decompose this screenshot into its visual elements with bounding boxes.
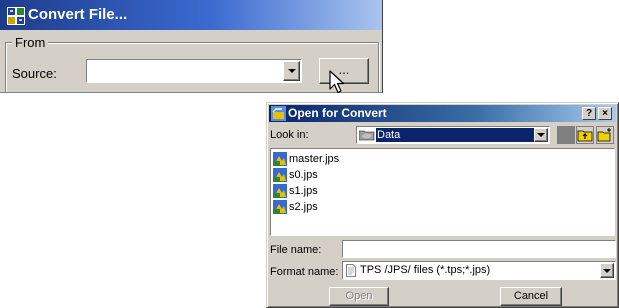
close-button[interactable]: × xyxy=(598,107,612,120)
look-in-dropdown-button[interactable] xyxy=(534,128,548,142)
up-folder-button[interactable] xyxy=(576,126,594,144)
file-list-item[interactable]: s1.jps xyxy=(273,184,393,200)
source-label: Source: xyxy=(12,66,57,81)
document-icon xyxy=(346,264,356,277)
source-combobox[interactable] xyxy=(86,59,302,83)
open-for-convert-dialog: Open for Convert ? × Look in: Data maste… xyxy=(266,102,619,308)
file-name-label: File name: xyxy=(270,244,322,256)
format-name-label: Format name: xyxy=(270,266,339,278)
format-dropdown-button[interactable] xyxy=(600,263,614,278)
file-list-item[interactable]: s2.jps xyxy=(273,200,393,216)
back-button[interactable] xyxy=(557,126,575,144)
convert-file-title: Convert File... xyxy=(28,6,128,23)
jps-file-icon xyxy=(273,200,287,214)
folder-icon xyxy=(359,130,375,141)
chevron-down-icon xyxy=(537,133,545,137)
chevron-down-icon xyxy=(287,69,296,73)
format-name-value: TPS /JPS/ files (*.tps;*.jps) xyxy=(360,264,491,276)
convert-file-window: Convert File... From Source: ... xyxy=(0,0,383,93)
mouse-pointer-icon xyxy=(329,70,345,94)
jps-file-icon xyxy=(273,184,287,198)
open-button[interactable]: Open xyxy=(329,287,389,306)
file-name-input[interactable] xyxy=(342,240,616,258)
app-icon xyxy=(271,106,286,121)
look-in-combobox[interactable]: Data xyxy=(356,126,550,144)
cancel-button[interactable]: Cancel xyxy=(500,287,562,306)
source-dropdown-button[interactable] xyxy=(283,61,300,81)
new-folder-button[interactable] xyxy=(596,126,614,144)
look-in-value: Data xyxy=(376,128,536,142)
look-in-label: Look in: xyxy=(270,129,309,141)
file-list-item[interactable]: s0.jps xyxy=(273,168,393,184)
jps-file-icon xyxy=(273,168,287,182)
format-name-combobox[interactable]: TPS /JPS/ files (*.tps;*.jps) xyxy=(342,261,616,280)
open-dialog-titlebar[interactable]: Open for Convert ? × xyxy=(269,105,616,122)
up-folder-icon xyxy=(577,130,593,142)
help-button[interactable]: ? xyxy=(582,107,596,120)
file-list[interactable]: master.jps s0.jps s1.jps s2.jps xyxy=(270,148,615,236)
file-name: master.jps xyxy=(289,153,340,165)
file-list-item[interactable]: master.jps xyxy=(273,152,393,168)
jps-file-icon xyxy=(273,152,287,166)
open-dialog-title: Open for Convert xyxy=(288,106,387,120)
file-name: s2.jps xyxy=(289,201,318,213)
from-group-label: From xyxy=(12,35,49,50)
file-name: s0.jps xyxy=(289,169,318,181)
new-folder-icon xyxy=(597,128,611,142)
close-icon: × xyxy=(602,108,608,119)
convert-file-titlebar[interactable]: Convert File... xyxy=(0,0,382,30)
app-icon xyxy=(7,7,25,25)
chevron-down-icon xyxy=(603,268,611,273)
file-name: s1.jps xyxy=(289,185,318,197)
